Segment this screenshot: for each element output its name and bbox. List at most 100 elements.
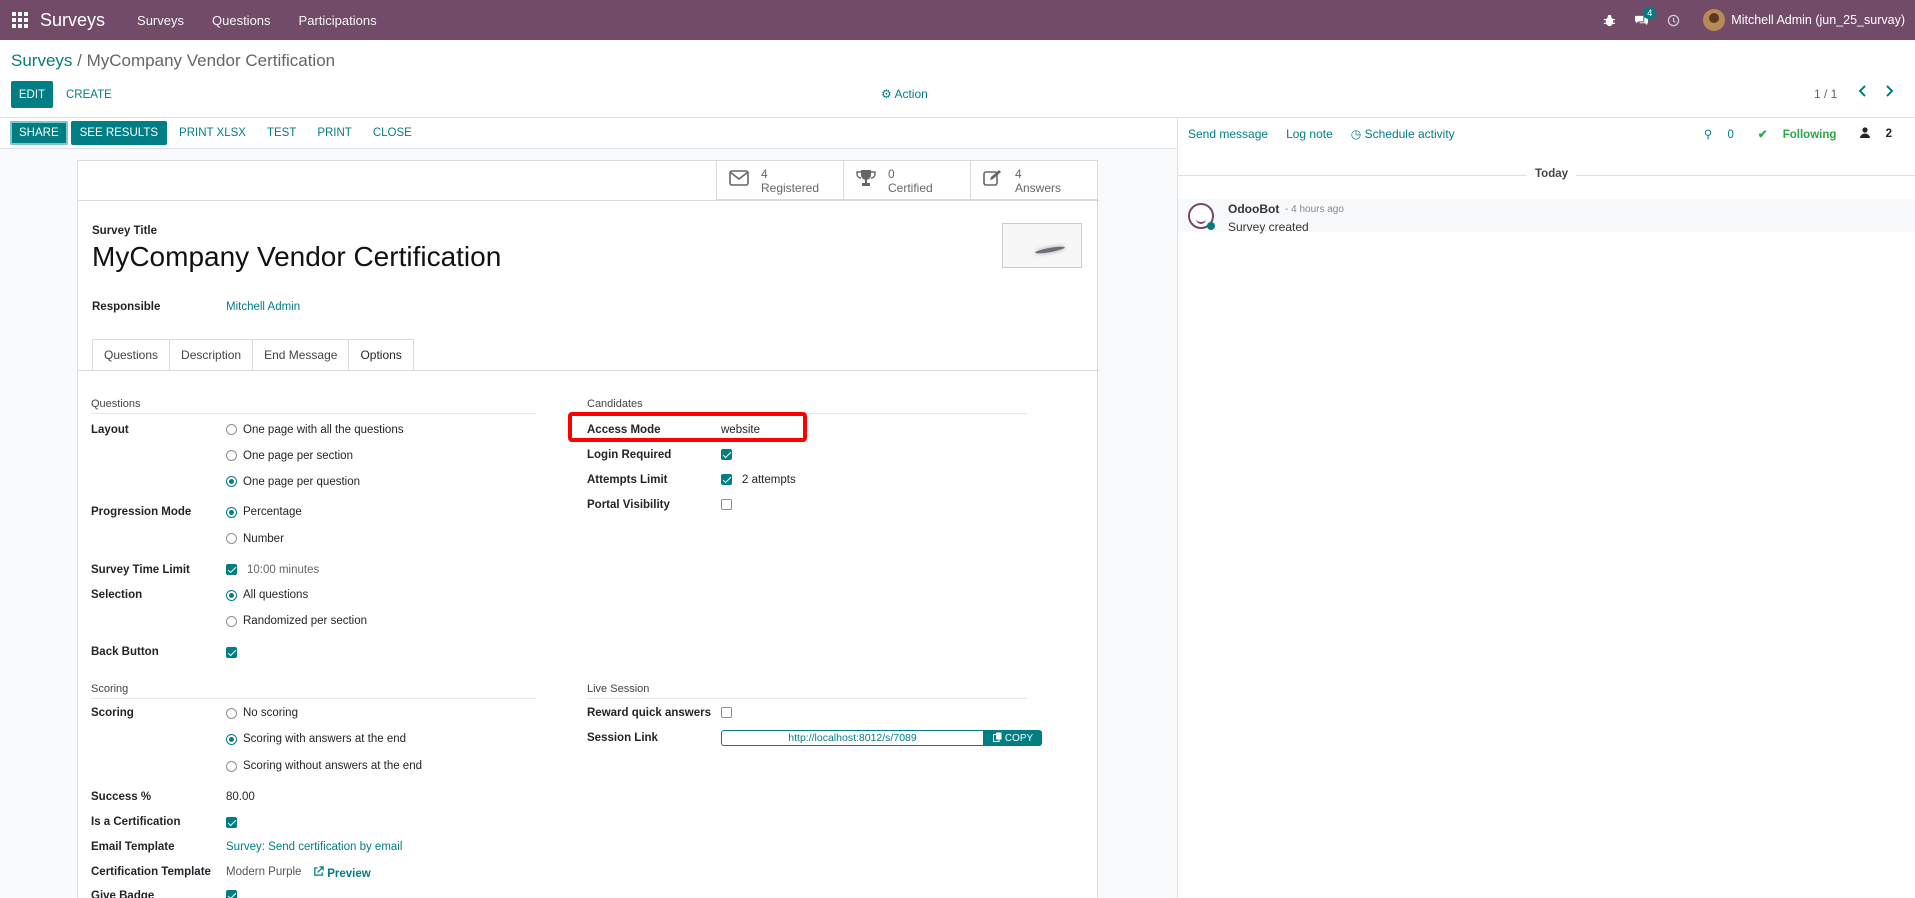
pager-value[interactable]: 1 / 1: [1814, 87, 1837, 101]
session-link-value[interactable]: http://localhost:8012/s/7089: [721, 730, 984, 746]
survey-title: MyCompany Vendor Certification: [92, 241, 502, 272]
tab-end-message[interactable]: End Message: [252, 339, 350, 370]
stat-certified-button[interactable]: 0 Certified: [843, 161, 970, 200]
progression-radio-percentage[interactable]: [226, 507, 237, 518]
email-template-label: Email Template: [91, 841, 175, 853]
selection-option-random: Randomized per section: [243, 615, 368, 627]
menu-questions[interactable]: Questions: [212, 13, 271, 28]
messages-icon[interactable]: 4: [1634, 6, 1657, 27]
preview-label: Preview: [327, 868, 371, 880]
close-button[interactable]: CLOSE: [364, 121, 421, 145]
online-status-icon: [1207, 222, 1215, 230]
send-message-button[interactable]: Send message: [1188, 127, 1268, 141]
success-label: Success %: [91, 791, 152, 803]
bug-icon[interactable]: [1603, 14, 1616, 27]
pager-next-icon[interactable]: [1884, 84, 1894, 101]
attempts-limit-value[interactable]: 2 attempts: [742, 474, 796, 486]
test-button[interactable]: TEST: [258, 121, 305, 145]
edit-button[interactable]: EDIT: [11, 81, 53, 108]
live-session-group-title: Live Session: [587, 683, 650, 695]
responsible-label: Responsible: [92, 301, 161, 313]
breadcrumb: Surveys / MyCompany Vendor Certification: [11, 51, 335, 71]
following-button[interactable]: ✔ Following: [1758, 127, 1849, 141]
portal-visibility-checkbox[interactable]: [721, 499, 732, 510]
selection-label: Selection: [91, 589, 143, 601]
attempts-limit-checkbox[interactable]: [721, 474, 732, 485]
live-session-group-divider: [587, 698, 1027, 699]
action-menu[interactable]: ⚙ Action: [881, 87, 928, 101]
stat-registered-button[interactable]: 4 Registered: [716, 161, 843, 200]
copy-label: COPY: [1004, 732, 1034, 744]
chatter-topbar: Send message Log note ◷ Schedule activit…: [1178, 118, 1915, 149]
print-button[interactable]: PRINT: [308, 121, 361, 145]
print-xlsx-button[interactable]: PRINT XLSX: [170, 121, 255, 145]
scoring-option-without-answers: Scoring without answers at the end: [243, 760, 422, 772]
selection-radio-random[interactable]: [226, 616, 237, 627]
cert-template-value[interactable]: Modern Purple: [226, 866, 301, 878]
layout-radio-all[interactable]: [226, 424, 237, 435]
scoring-label: Scoring: [91, 707, 134, 719]
attachments-count: 0: [1727, 128, 1734, 141]
reward-checkbox[interactable]: [721, 707, 732, 718]
breadcrumb-separator: /: [77, 51, 87, 70]
log-note-button[interactable]: Log note: [1286, 127, 1333, 141]
tab-options[interactable]: Options: [348, 339, 414, 370]
login-required-checkbox[interactable]: [721, 449, 732, 460]
followers-button[interactable]: 2: [1860, 126, 1904, 141]
layout-label: Layout: [91, 424, 129, 436]
selection-radio-all[interactable]: [226, 590, 237, 601]
tab-questions[interactable]: Questions: [92, 339, 171, 370]
time-limit-value[interactable]: 10:00 minutes: [247, 564, 319, 576]
menu-participations[interactable]: Participations: [299, 13, 377, 28]
create-button[interactable]: CREATE: [66, 81, 112, 108]
share-button[interactable]: SHARE: [10, 121, 68, 145]
message-author[interactable]: OdooBot: [1228, 202, 1279, 216]
scoring-option-with-answers: Scoring with answers at the end: [243, 733, 407, 745]
preview-link[interactable]: Preview: [313, 866, 371, 880]
date-separator-label: Today: [1527, 168, 1577, 180]
give-badge-checkbox[interactable]: [226, 890, 237, 898]
certification-checkbox[interactable]: [226, 817, 237, 828]
candidates-group-title: Candidates: [587, 398, 643, 410]
tab-description[interactable]: Description: [169, 339, 254, 370]
scoring-radio-without-answers[interactable]: [226, 761, 237, 772]
stat-certified-label: Certified: [888, 180, 933, 195]
menu-surveys[interactable]: Surveys: [137, 13, 184, 28]
breadcrumb-surveys[interactable]: Surveys: [11, 51, 72, 70]
scoring-radio-with-answers[interactable]: [226, 734, 237, 745]
message-time: - 4 hours ago: [1285, 204, 1344, 215]
time-limit-checkbox[interactable]: [226, 564, 237, 575]
user-menu[interactable]: Mitchell Admin (jun_25_survay): [1731, 13, 1905, 27]
session-link-label: Session Link: [587, 732, 658, 744]
pager-previous-icon[interactable]: [1858, 84, 1868, 101]
schedule-activity-button[interactable]: ◷ Schedule activity: [1351, 127, 1455, 141]
responsible-link[interactable]: Mitchell Admin: [226, 301, 300, 313]
layout-radio-question[interactable]: [226, 476, 237, 487]
apps-menu-icon[interactable]: [0, 0, 40, 40]
back-button-checkbox[interactable]: [226, 647, 237, 658]
progression-radio-number[interactable]: [226, 533, 237, 544]
clock-icon: ◷: [1350, 126, 1362, 141]
attachments-button[interactable]: ⚲ 0: [1704, 127, 1746, 141]
stat-registered-label: Registered: [761, 180, 820, 195]
stat-answers-button[interactable]: 4 Answers: [970, 161, 1097, 200]
success-value[interactable]: 80.00: [226, 791, 255, 803]
envelope-icon: [729, 169, 755, 192]
layout-option-section: One page per section: [243, 450, 353, 462]
email-template-link[interactable]: Survey: Send certification by email: [226, 841, 402, 853]
selection-option-all: All questions: [243, 589, 309, 601]
user-avatar[interactable]: [1703, 9, 1726, 31]
copy-button[interactable]: COPY: [984, 730, 1042, 746]
portal-visibility-label: Portal Visibility: [587, 499, 670, 511]
see-results-button[interactable]: SEE RESULTS: [70, 121, 168, 145]
scoring-radio-none[interactable]: [226, 708, 237, 719]
paperclip-icon: ⚲: [1703, 128, 1713, 141]
access-mode-highlight: [568, 412, 807, 442]
activity-clock-icon[interactable]: [1667, 14, 1680, 27]
survey-image[interactable]: [1002, 223, 1082, 268]
app-brand[interactable]: Surveys: [40, 10, 105, 31]
cert-template-label: Certification Template: [91, 866, 211, 878]
progression-label: Progression Mode: [91, 506, 192, 518]
stat-answers-value: 4: [1015, 166, 1022, 181]
layout-radio-section[interactable]: [226, 450, 237, 461]
